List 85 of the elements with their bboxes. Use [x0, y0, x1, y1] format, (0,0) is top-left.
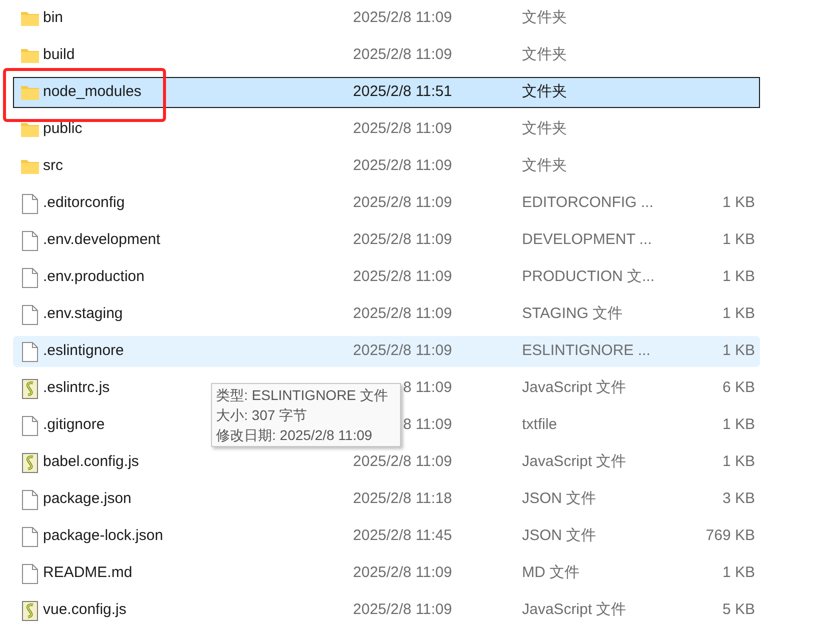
- document-icon: [22, 342, 38, 362]
- modified-date: 2025/2/8 11:09: [353, 230, 452, 250]
- modified-date: 2025/2/8 11:09: [353, 45, 452, 66]
- folder-icon: [20, 11, 38, 26]
- script-file-icon: [22, 378, 38, 398]
- tooltip-line: 类型: ESLINTIGNORE 文件: [216, 386, 389, 405]
- file-type: JavaScript 文件: [522, 600, 628, 620]
- file-name: .eslintignore: [43, 341, 124, 362]
- file-type: 文件夹: [522, 156, 568, 176]
- file-type: MD 文件: [522, 563, 580, 584]
- modified-date: 2025/2/8 11:09: [353, 119, 452, 140]
- folder-icon: [20, 48, 38, 63]
- modified-date: 2025/2/8 11:09: [353, 8, 452, 28]
- folder-icon: [20, 122, 38, 137]
- file-type: 文件夹: [522, 119, 568, 140]
- file-name: bin: [43, 8, 64, 28]
- tooltip-line: 修改日期: 2025/2/8 11:09: [216, 426, 374, 445]
- document-icon: [22, 490, 38, 510]
- file-name: vue.config.js: [43, 600, 126, 620]
- file-type: 文件夹: [522, 8, 568, 28]
- file-size: 5 KB: [722, 600, 755, 620]
- file-size: 3 KB: [722, 489, 755, 510]
- file-name: public: [43, 119, 82, 140]
- file-name: .env.development: [43, 230, 160, 250]
- file-type: EDITORCONFIG ...: [522, 193, 654, 214]
- document-icon: [22, 268, 38, 288]
- file-type: DEVELOPMENT ...: [522, 230, 653, 250]
- file-name: .gitignore: [43, 415, 105, 436]
- file-name: README.md: [43, 563, 132, 584]
- modified-date: 2025/2/8 11:09: [353, 452, 452, 472]
- folder-icon: [20, 85, 38, 100]
- file-size: 1 KB: [722, 267, 755, 288]
- modified-date: 2025/2/8 11:18: [353, 489, 452, 510]
- file-name: babel.config.js: [43, 452, 139, 472]
- file-type: txtfile: [522, 415, 558, 436]
- document-icon: [22, 416, 38, 436]
- file-type: 文件夹: [522, 45, 568, 66]
- file-row[interactable]: node_modules 2025/2/8 11:51 文件夹: [13, 77, 760, 108]
- modified-date: 2025/2/8 11:51: [353, 82, 452, 102]
- file-size: 1 KB: [722, 341, 755, 362]
- file-size: 1 KB: [722, 415, 755, 436]
- file-type: JavaScript 文件: [522, 378, 628, 398]
- file-size: 1 KB: [722, 563, 755, 584]
- modified-date: 2025/2/8 11:09: [353, 193, 452, 214]
- file-size: 1 KB: [722, 304, 755, 324]
- file-type: JSON 文件: [522, 526, 598, 546]
- file-name: package-lock.json: [43, 526, 164, 546]
- file-type: 文件夹: [522, 82, 568, 102]
- script-file-icon: [22, 600, 38, 620]
- document-icon: [22, 230, 38, 250]
- file-name: build: [43, 45, 75, 66]
- file-type: PRODUCTION 文...: [522, 267, 656, 288]
- file-name: src: [43, 156, 63, 176]
- modified-date: 2025/2/8 11:45: [353, 526, 452, 546]
- file-name: .eslintrc.js: [43, 378, 110, 398]
- modified-date: 2025/2/8 11:09: [353, 341, 452, 362]
- tooltip-line: 大小: 307 字节: [216, 406, 308, 425]
- modified-date: 2025/2/8 11:09: [353, 563, 452, 584]
- file-size: 1 KB: [722, 193, 755, 214]
- file-name: .env.production: [43, 267, 144, 288]
- modified-date: 2025/2/8 11:09: [353, 600, 452, 620]
- file-name: package.json: [43, 489, 132, 510]
- file-type: STAGING 文件: [522, 304, 624, 324]
- modified-date: 2025/2/8 11:09: [353, 267, 452, 288]
- modified-date: 8 11:09: [403, 378, 452, 398]
- document-icon: [22, 304, 38, 324]
- file-name: .env.staging: [43, 304, 123, 324]
- file-type: JavaScript 文件: [522, 452, 628, 472]
- document-icon: [22, 564, 38, 584]
- modified-date: 2025/2/8 11:09: [353, 304, 452, 324]
- modified-date: 8 11:09: [403, 415, 452, 436]
- file-name: .editorconfig: [43, 193, 125, 214]
- document-icon: [22, 194, 38, 214]
- file-type: ESLINTIGNORE ...: [522, 341, 652, 362]
- file-size: 1 KB: [722, 230, 755, 250]
- file-name: node_modules: [43, 82, 142, 102]
- document-icon: [22, 526, 38, 546]
- file-size: 769 KB: [706, 526, 755, 546]
- folder-icon: [20, 159, 38, 174]
- file-type: JSON 文件: [522, 489, 598, 510]
- file-size: 1 KB: [722, 452, 755, 472]
- script-file-icon: [22, 452, 38, 472]
- modified-date: 2025/2/8 11:09: [353, 156, 452, 176]
- file-row[interactable]: .eslintignore 2025/2/8 11:09 ESLINTIGNORE ... 1 KB: [13, 336, 760, 367]
- file-size: 6 KB: [722, 378, 755, 398]
